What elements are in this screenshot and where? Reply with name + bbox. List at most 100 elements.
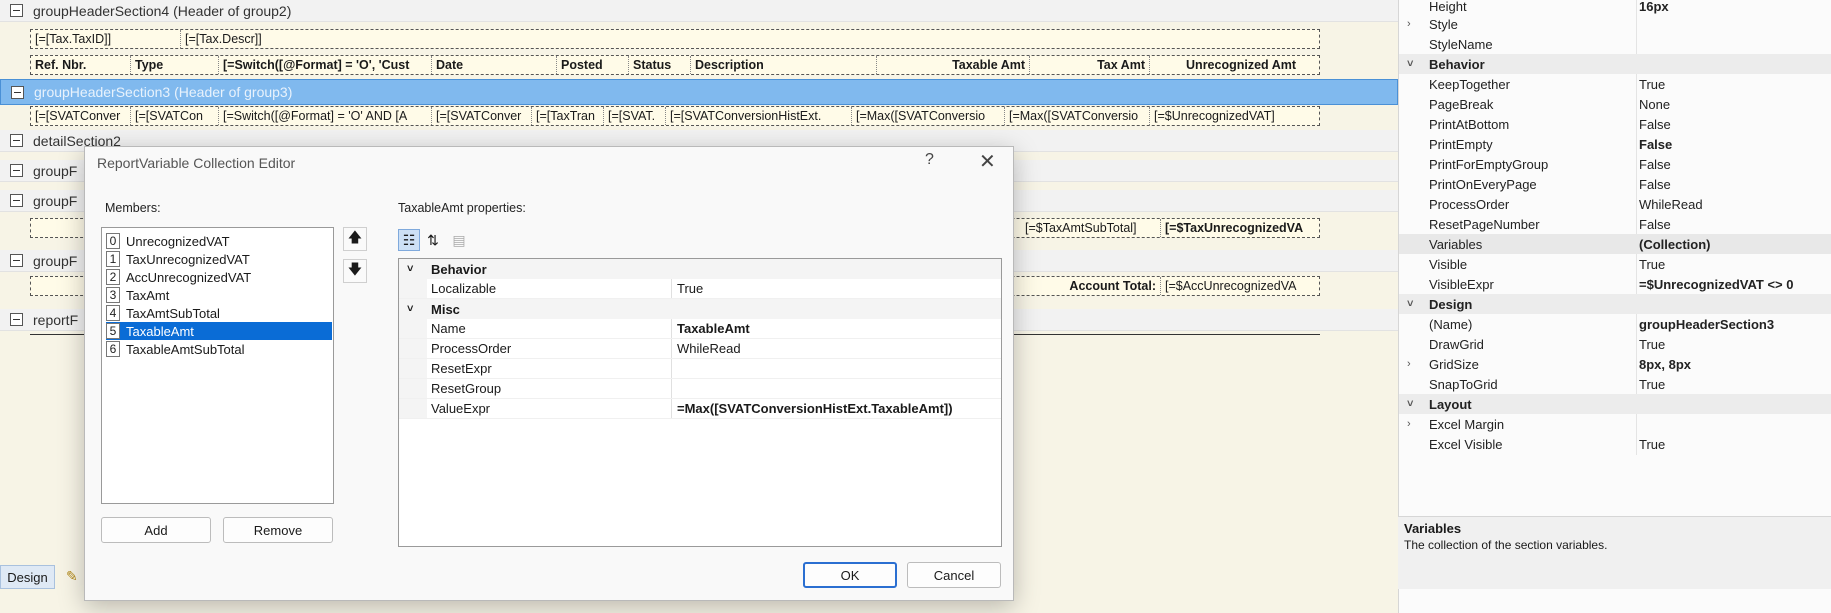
- header-date[interactable]: Date: [432, 56, 557, 74]
- prop-printempty[interactable]: PrintEmpty False: [1399, 134, 1831, 154]
- prop-gridsize[interactable]: › GridSize 8px, 8px: [1399, 354, 1831, 374]
- field-taxtran[interactable]: [=[TaxTran: [532, 107, 604, 125]
- group-header4-header-row[interactable]: Ref. Nbr. Type [=Switch([@Format] = 'O',…: [30, 55, 1320, 75]
- prop-snaptogrid[interactable]: SnapToGrid True: [1399, 374, 1831, 394]
- taxableamt-property-grid[interactable]: ˅ Behavior Localizable True ˅ Misc Name Taxa…: [398, 258, 1002, 547]
- collapse-toggle-icon[interactable]: [10, 134, 23, 147]
- collapse-chevron-icon[interactable]: ˅: [407, 263, 413, 275]
- field-svatcon[interactable]: [=[SVATCon: [131, 107, 219, 125]
- field-tax-descr[interactable]: [=[Tax.Descr]]: [181, 30, 321, 48]
- collapse-chevron-icon[interactable]: ˅: [407, 303, 413, 315]
- field-switch-format[interactable]: [=Switch([@Format] = 'O' AND [A: [219, 107, 432, 125]
- prop-pagebreak[interactable]: PageBreak None: [1399, 94, 1831, 114]
- grid-prop-resetexpr[interactable]: ResetExpr: [399, 359, 1001, 379]
- header-description[interactable]: Description: [691, 56, 877, 74]
- ok-button[interactable]: OK: [803, 562, 897, 588]
- prop-drawgrid[interactable]: DrawGrid True: [1399, 334, 1831, 354]
- prop-style[interactable]: › Style: [1399, 14, 1831, 34]
- close-icon[interactable]: ✕: [979, 149, 996, 174]
- field-svat[interactable]: [=[SVAT.: [604, 107, 666, 125]
- prop-name[interactable]: (Name) groupHeaderSection3: [1399, 314, 1831, 334]
- header-switch-format[interactable]: [=Switch([@Format] = 'O', 'Cust: [219, 56, 432, 74]
- preview-tab-icon[interactable]: ✎: [66, 568, 84, 584]
- section-bar-groupheader3[interactable]: groupHeaderSection3 (Header of group3): [0, 79, 1398, 105]
- remove-button[interactable]: Remove: [223, 517, 333, 543]
- grid-prop-processorder[interactable]: ProcessOrder WhileRead: [399, 339, 1001, 359]
- prop-excel-visible[interactable]: Excel Visible True: [1399, 434, 1831, 454]
- field-svatconver-2[interactable]: [=[SVATConver: [432, 107, 532, 125]
- collapse-toggle-icon[interactable]: [11, 85, 24, 99]
- tab-design[interactable]: Design: [0, 565, 55, 589]
- collapse-toggle-icon[interactable]: [10, 164, 23, 177]
- field-tax-taxid[interactable]: [=[Tax.TaxID]]: [31, 30, 181, 48]
- prop-printforemptygroup[interactable]: PrintForEmptyGroup False: [1399, 154, 1831, 174]
- field-acc-unrecognized[interactable]: [=$AccUnrecognizedVA: [1161, 277, 1311, 295]
- field-svatconversionhistext[interactable]: [=[SVATConversionHistExt.: [666, 107, 852, 125]
- prop-printoneverypage[interactable]: PrintOnEveryPage False: [1399, 174, 1831, 194]
- group-header4-row1[interactable]: [=[Tax.TaxID]] [=[Tax.Descr]]: [30, 29, 1320, 49]
- grid-category-misc[interactable]: ˅ Misc: [399, 299, 1001, 319]
- prop-visible[interactable]: Visible True: [1399, 254, 1831, 274]
- section-title: groupF: [33, 192, 78, 209]
- list-item[interactable]: 1 TaxUnrecognizedVAT: [106, 250, 332, 268]
- help-icon[interactable]: ?: [925, 151, 934, 169]
- field-max-taxable[interactable]: [=Max([SVATConversio: [852, 107, 1005, 125]
- prop-processorder[interactable]: ProcessOrder WhileRead: [1399, 194, 1831, 214]
- list-item[interactable]: 0 UnrecognizedVAT: [106, 232, 332, 250]
- label-account-total[interactable]: Account Total:: [1021, 277, 1161, 295]
- members-list[interactable]: 0 UnrecognizedVAT 1 TaxUnrecognizedVAT 2 Ac…: [101, 227, 334, 504]
- prop-printatbottom[interactable]: PrintAtBottom False: [1399, 114, 1831, 134]
- prop-resetpagenumber[interactable]: ResetPageNumber False: [1399, 214, 1831, 234]
- field-unrecognized-vat[interactable]: [=$UnrecognizedVAT]: [1150, 107, 1300, 125]
- section-bar-groupheader4[interactable]: groupHeaderSection4 (Header of group2): [0, 0, 1398, 22]
- header-posted[interactable]: Posted: [557, 56, 629, 74]
- reportvariable-collection-editor-dialog[interactable]: ReportVariable Collection Editor ? ✕ Mem…: [84, 146, 1014, 601]
- prop-visibleexpr[interactable]: VisibleExpr =$UnrecognizedVAT <> 0: [1399, 274, 1831, 294]
- header-type[interactable]: Type: [131, 56, 219, 74]
- grid-prop-name[interactable]: Name TaxableAmt: [399, 319, 1001, 339]
- move-down-button[interactable]: 🡇: [343, 259, 367, 283]
- list-item[interactable]: 2 AccUnrecognizedVAT: [106, 268, 332, 286]
- collapse-chevron-icon[interactable]: ˅: [1407, 398, 1413, 410]
- expand-chevron-icon[interactable]: ›: [1407, 358, 1411, 370]
- group-header3-detail-row[interactable]: [=[SVATConver [=[SVATCon [=Switch([@Form…: [30, 106, 1320, 126]
- grid-prop-resetgroup[interactable]: ResetGroup: [399, 379, 1001, 399]
- prop-category-design[interactable]: ˅ Design: [1399, 294, 1831, 314]
- property-pages-button[interactable]: ▤: [448, 229, 470, 251]
- alphabetical-sort-button[interactable]: ⇅: [422, 229, 444, 251]
- grid-prop-localizable[interactable]: Localizable True: [399, 279, 1001, 299]
- grid-category-behavior[interactable]: ˅ Behavior: [399, 259, 1001, 279]
- categorized-view-button[interactable]: ☷: [398, 229, 420, 251]
- header-unrecognized-amt[interactable]: Unrecognized Amt: [1150, 56, 1300, 74]
- list-item[interactable]: 3 TaxAmt: [106, 286, 332, 304]
- collapse-chevron-icon[interactable]: ˅: [1407, 298, 1413, 310]
- collapse-toggle-icon[interactable]: [10, 4, 23, 17]
- collapse-toggle-icon[interactable]: [10, 254, 23, 267]
- expand-chevron-icon[interactable]: ›: [1407, 18, 1411, 30]
- collapse-chevron-icon[interactable]: ˅: [1407, 58, 1413, 70]
- move-up-button[interactable]: 🡅: [343, 227, 367, 251]
- prop-stylename[interactable]: StyleName: [1399, 34, 1831, 54]
- header-status[interactable]: Status: [629, 56, 691, 74]
- cancel-button[interactable]: Cancel: [907, 562, 1001, 588]
- prop-variables[interactable]: Variables (Collection): [1399, 234, 1831, 254]
- collapse-toggle-icon[interactable]: [10, 194, 23, 207]
- collapse-toggle-icon[interactable]: [10, 313, 23, 326]
- field-svatconver-1[interactable]: [=[SVATConver: [31, 107, 131, 125]
- list-item-selected[interactable]: 5 TaxableAmt: [106, 322, 332, 340]
- field-max-tax[interactable]: [=Max([SVATConversio: [1005, 107, 1150, 125]
- field-taxamt-subtotal[interactable]: [=$TaxAmtSubTotal]: [1021, 219, 1161, 237]
- grid-prop-valueexpr[interactable]: ValueExpr =Max([SVATConversionHistExt.Tax…: [399, 399, 1001, 419]
- prop-category-layout[interactable]: ˅ Layout: [1399, 394, 1831, 414]
- prop-keeptogether[interactable]: KeepTogether True: [1399, 74, 1831, 94]
- field-tax-unrecognized[interactable]: [=$TaxUnrecognizedVA: [1161, 219, 1311, 237]
- prop-excel-margin[interactable]: › Excel Margin: [1399, 414, 1831, 434]
- prop-category-behavior[interactable]: ˅ Behavior: [1399, 54, 1831, 74]
- add-button[interactable]: Add: [101, 517, 211, 543]
- list-item[interactable]: 4 TaxAmtSubTotal: [106, 304, 332, 322]
- expand-chevron-icon[interactable]: ›: [1407, 418, 1411, 430]
- list-item[interactable]: 6 TaxableAmtSubTotal: [106, 340, 332, 358]
- header-ref-nbr[interactable]: Ref. Nbr.: [31, 56, 131, 74]
- header-taxable-amt[interactable]: Taxable Amt: [877, 56, 1030, 74]
- header-tax-amt[interactable]: Tax Amt: [1030, 56, 1150, 74]
